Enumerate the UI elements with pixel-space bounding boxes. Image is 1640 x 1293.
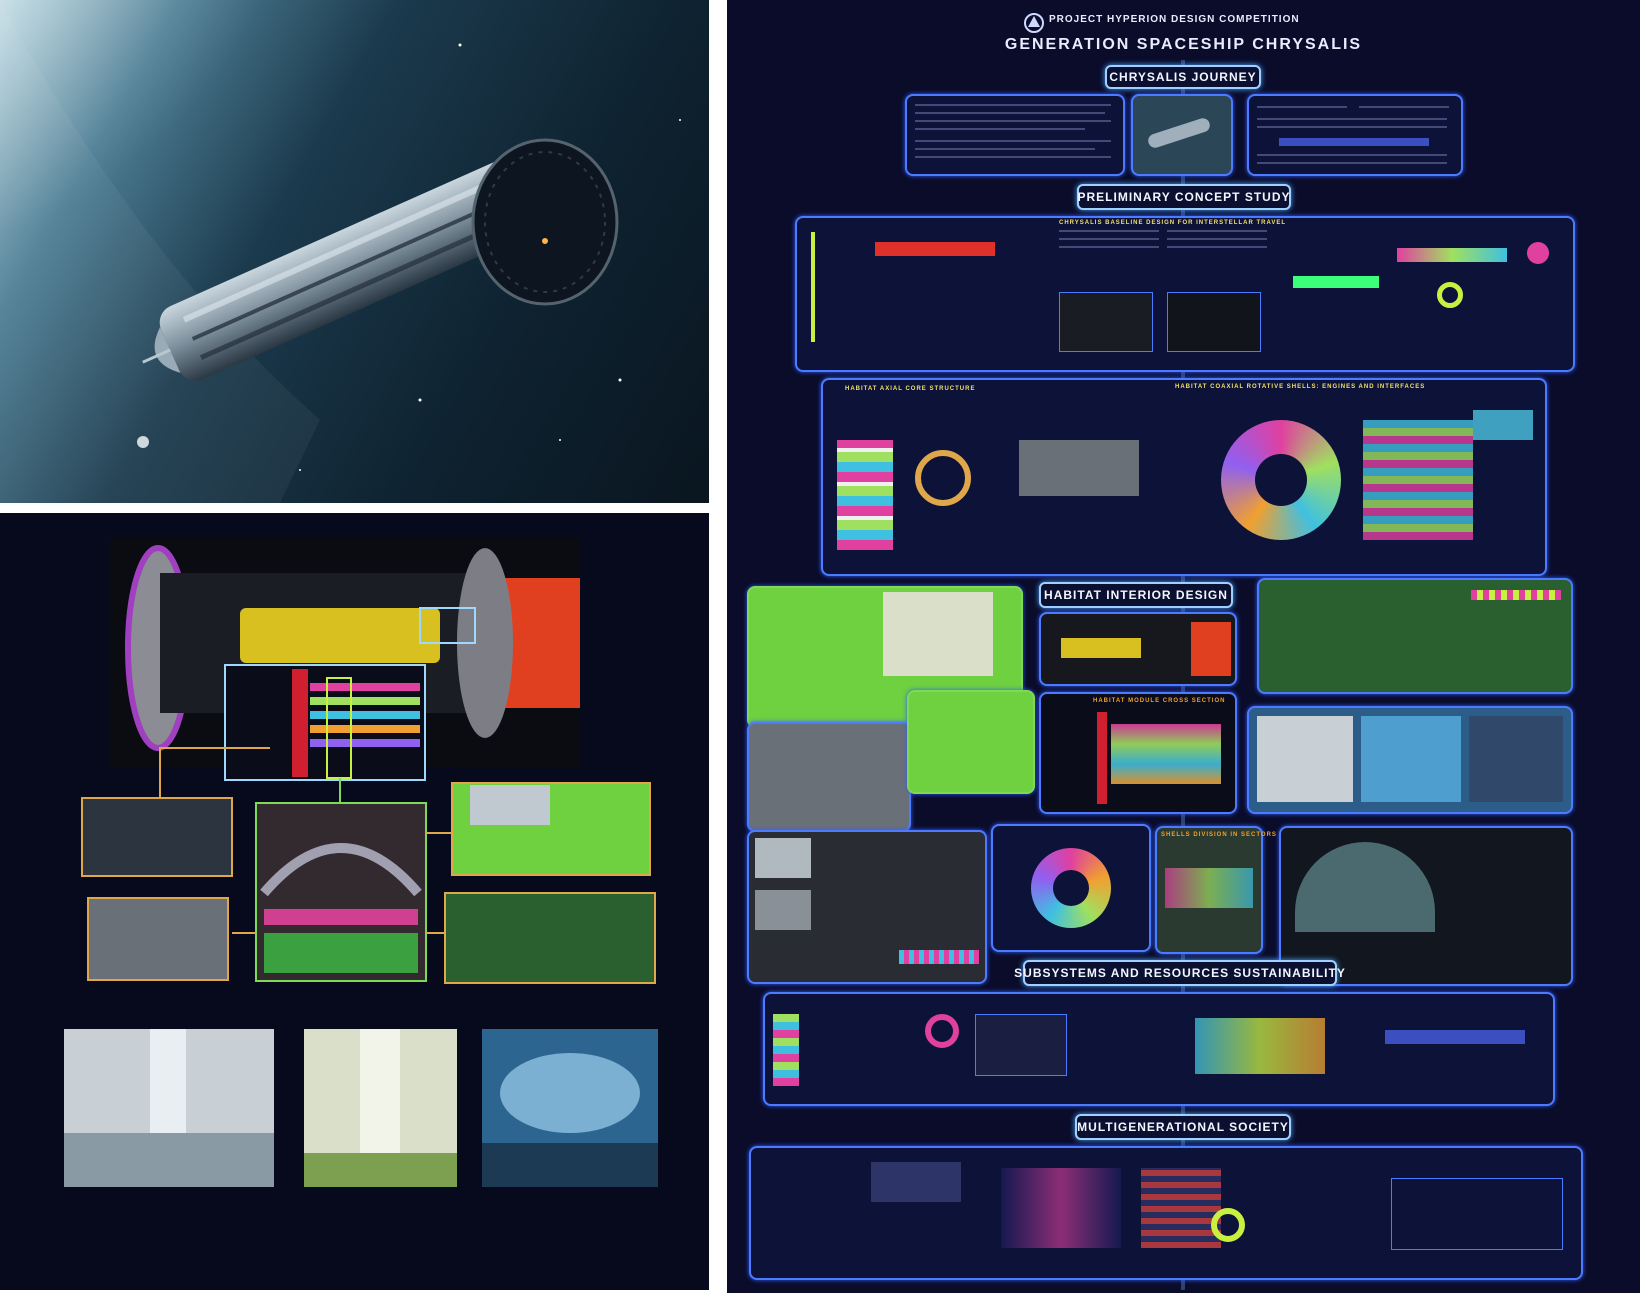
axial-core-label: HABITAT AXIAL CORE STRUCTURE — [845, 386, 976, 392]
society-box — [749, 1146, 1583, 1280]
interior-module-image — [1039, 612, 1237, 686]
interior-landscape-image — [1257, 578, 1573, 694]
module-diagram — [64, 538, 658, 1187]
section-concept-banner: PRELIMINARY CONCEPT STUDY — [1077, 184, 1291, 210]
shells-division-box: SHELLS DIVISION IN SECTORS — [1155, 826, 1276, 954]
coaxial-shells-label: HABITAT COAXIAL ROTATIVE SHELLS: ENGINES… — [1175, 384, 1426, 390]
shells-division-label: SHELLS DIVISION IN SECTORS — [1161, 832, 1277, 838]
section-interior-banner: HABITAT INTERIOR DESIGN — [1039, 582, 1233, 608]
subsystems-box — [763, 992, 1555, 1106]
habitat-structure-box: HABITAT AXIAL CORE STRUCTURE HABITAT COA… — [821, 378, 1547, 576]
spaceship-render-panel — [0, 0, 709, 503]
interior-sections-box — [747, 830, 987, 984]
ship-light — [542, 238, 548, 244]
moon — [137, 436, 149, 448]
shell-sector-wheel — [991, 824, 1151, 952]
inset-cabin — [87, 897, 229, 981]
module-cross-section-box: HABITAT MODULE CROSS SECTION — [1039, 692, 1237, 814]
interior-cabin-image — [747, 722, 911, 832]
section-journey-banner: CHRYSALIS JOURNEY — [1105, 65, 1261, 89]
emblem-icon — [1024, 13, 1044, 33]
journey-requirements-box — [1247, 94, 1463, 176]
journey-ship-image — [1131, 94, 1233, 176]
module-diagram-panel — [0, 513, 709, 1290]
module-cross-section-label: HABITAT MODULE CROSS SECTION — [1093, 698, 1226, 704]
poster-title: GENERATION SPACESHIP CHRYSALIS — [1004, 36, 1363, 53]
yellow-core — [240, 608, 440, 663]
interior-concourse-images — [1247, 706, 1573, 814]
inset-corridor — [81, 797, 233, 877]
concept-study-box: CHRYSALIS BASELINE DESIGN FOR INTERSTELL… — [795, 216, 1575, 372]
section-society-banner: MULTIGENERATIONAL SOCIETY — [1075, 1114, 1291, 1140]
interior-garden-image — [907, 690, 1035, 794]
baseline-label: CHRYSALIS BASELINE DESIGN FOR INTERSTELL… — [1059, 220, 1287, 226]
section-subsystems-banner: SUBSYSTEMS AND RESOURCES SUSTAINABILITY — [1014, 960, 1345, 986]
spaceship-render — [0, 0, 681, 503]
ship-end-ring — [471, 138, 619, 306]
competition-poster: PROJECT HYPERION DESIGN COMPETITION GENE… — [727, 0, 1640, 1293]
journey-text-box — [905, 94, 1125, 176]
cross-section-inset — [224, 664, 426, 781]
inset-landscape — [444, 892, 656, 984]
red-module-bar — [875, 242, 995, 256]
poster-header: PROJECT HYPERION DESIGN COMPETITION — [1049, 14, 1300, 25]
